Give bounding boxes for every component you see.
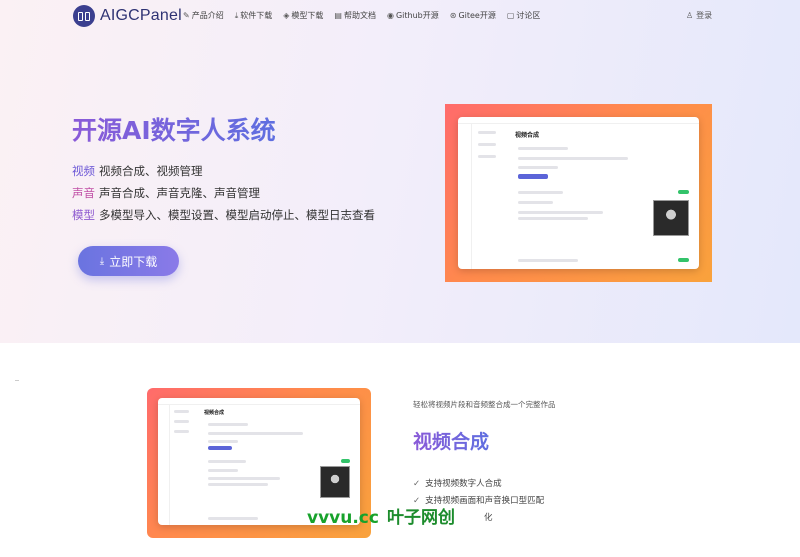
task-row (518, 259, 578, 262)
watermark-brand: 叶子网创 (386, 508, 455, 528)
download-icon: ⤓ (234, 10, 239, 20)
status-badge (678, 258, 689, 262)
submit-button (518, 174, 548, 179)
status-badge (341, 459, 350, 463)
task-row (208, 517, 258, 520)
task-row (518, 201, 553, 204)
login-label: 登录 (696, 11, 713, 20)
feature-key: 模型 (72, 208, 95, 222)
menu-item-github[interactable]: ◉ Github开源 (387, 10, 439, 21)
feature-check-item: ✓ 支持视频数字人合成 (413, 477, 502, 489)
submit-button (208, 446, 232, 450)
form-row (208, 423, 248, 426)
feature-check-text: 化 (484, 513, 493, 523)
logo-icon (73, 5, 95, 27)
status-badge (678, 190, 689, 194)
check-icon: ✓ (413, 479, 421, 489)
feature-audio: 声音 声音合成、声音克隆、声音管理 (72, 185, 260, 201)
feature-text: 多模型导入、模型设置、模型启动停止、模型日志查看 (99, 208, 375, 222)
watermark-domain: vvvu.cc (307, 508, 379, 528)
feature-text: 声音合成、声音克隆、声音管理 (99, 186, 260, 200)
feature-key: 视频 (72, 164, 95, 178)
feature-key: 声音 (72, 186, 95, 200)
top-nav: AIGCPanel ✎ 产品介绍 ⤓ 软件下载 ◈ 模型下载 ▤ 帮助文档 ◉ … (0, 0, 800, 32)
mockup-title: 视频合成 (204, 410, 225, 416)
menu-item-label: 讨论区 (516, 11, 541, 20)
task-row (208, 483, 268, 486)
task-row (518, 217, 588, 220)
logo[interactable]: AIGCPanel (73, 5, 182, 27)
section-subtitle: 轻松将视频片段和音频整合成一个完整作品 (413, 400, 556, 409)
task-row (518, 191, 563, 194)
menu-item-label: Gitee开源 (458, 11, 496, 20)
window-sidebar (158, 405, 170, 525)
avatar-video-thumbnail (320, 466, 350, 498)
sidebar-item (478, 155, 496, 158)
menu-item-gitee[interactable]: ⊛ Gitee开源 (450, 10, 496, 21)
app-screenshot: 视频合成 (458, 117, 699, 269)
window-titlebar (158, 398, 360, 405)
feature-video: 视频 视频合成、视频管理 (72, 163, 203, 179)
sidebar-item (478, 143, 496, 146)
book-icon: ▤ (334, 11, 342, 20)
form-row (208, 432, 303, 435)
task-row (208, 460, 246, 463)
download-button[interactable]: ⤓ 立即下载 (78, 246, 179, 276)
sidebar-item (478, 131, 496, 134)
menu-item-product[interactable]: ✎ 产品介绍 (183, 10, 224, 21)
brand-name: AIGCPanel (100, 7, 182, 24)
menu-item-label: 软件下载 (240, 11, 273, 20)
task-row (208, 477, 280, 480)
download-label: 立即下载 (109, 254, 158, 269)
login-link[interactable]: ♙ 登录 (686, 10, 712, 21)
mockup-title: 视频合成 (515, 132, 540, 139)
feature-check-text: 支持视频数字人合成 (425, 479, 502, 489)
pen-icon: ✎ (183, 11, 190, 20)
feature-check-item: 化 (484, 511, 493, 523)
download-icon: ⤓ (99, 255, 105, 267)
cube-icon: ◈ (283, 11, 290, 20)
menu-item-label: 帮助文档 (343, 11, 376, 20)
form-row (518, 157, 628, 160)
form-row (208, 440, 238, 443)
chat-icon: ▢ (506, 11, 515, 20)
window-sidebar (458, 124, 472, 269)
task-row (208, 469, 238, 472)
menu-item-label: 产品介绍 (191, 11, 224, 20)
window-titlebar (458, 117, 699, 124)
sidebar-item (174, 420, 189, 423)
menu-item-label: Github开源 (395, 11, 439, 20)
hero-title: 开源AI数字人系统 (72, 111, 276, 147)
gitee-icon: ⊛ (449, 11, 457, 20)
menu-item-software-download[interactable]: ⤓ 软件下载 (235, 10, 273, 21)
task-row (518, 211, 603, 214)
divider (15, 380, 19, 381)
form-row (518, 166, 558, 169)
feature-model: 模型 多模型导入、模型设置、模型启动停止、模型日志查看 (72, 207, 375, 223)
feature-text: 视频合成、视频管理 (99, 164, 203, 178)
sidebar-item (174, 430, 189, 433)
menu-item-docs[interactable]: ▤ 帮助文档 (334, 10, 376, 21)
menu-item-model-download[interactable]: ◈ 模型下载 (283, 10, 323, 21)
main-menu: ✎ 产品介绍 ⤓ 软件下载 ◈ 模型下载 ▤ 帮助文档 ◉ Github开源 ⊛… (183, 10, 551, 21)
menu-item-forum[interactable]: ▢ 讨论区 (507, 10, 541, 21)
sidebar-item (174, 410, 189, 413)
avatar-video-thumbnail (653, 200, 689, 236)
watermark: vvvu.cc 叶子网创 (307, 503, 455, 528)
github-icon: ◉ (386, 11, 394, 20)
form-row (518, 147, 568, 150)
user-icon: ♙ (686, 11, 694, 20)
menu-item-label: 模型下载 (291, 11, 324, 20)
section-title: 视频合成 (413, 427, 489, 454)
